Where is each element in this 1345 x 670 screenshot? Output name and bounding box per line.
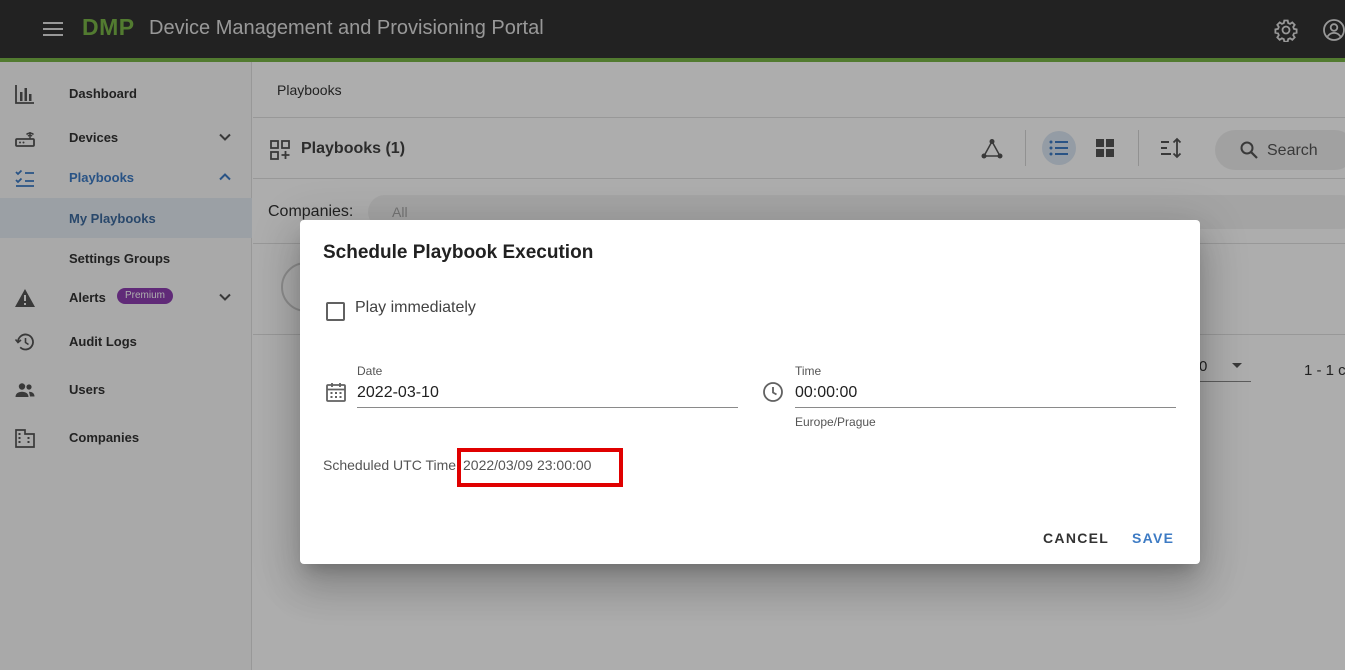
save-button[interactable]: SAVE: [1132, 530, 1174, 546]
utc-time-label: Scheduled UTC Time:: [323, 457, 460, 473]
cancel-button[interactable]: CANCEL: [1043, 530, 1109, 546]
clock-icon[interactable]: [761, 380, 785, 404]
time-label: Time: [795, 364, 822, 378]
play-immediately-label[interactable]: Play immediately: [355, 299, 476, 317]
timezone-hint: Europe/Prague: [795, 415, 876, 429]
schedule-dialog: Schedule Playbook Execution Play immedia…: [300, 220, 1200, 564]
play-immediately-checkbox[interactable]: [326, 302, 345, 321]
highlight-annotation: [457, 448, 623, 487]
time-field[interactable]: [795, 378, 1176, 408]
date-field[interactable]: [357, 378, 738, 408]
calendar-icon[interactable]: [324, 380, 348, 404]
date-label: Date: [357, 364, 383, 378]
dialog-title: Schedule Playbook Execution: [323, 242, 594, 263]
